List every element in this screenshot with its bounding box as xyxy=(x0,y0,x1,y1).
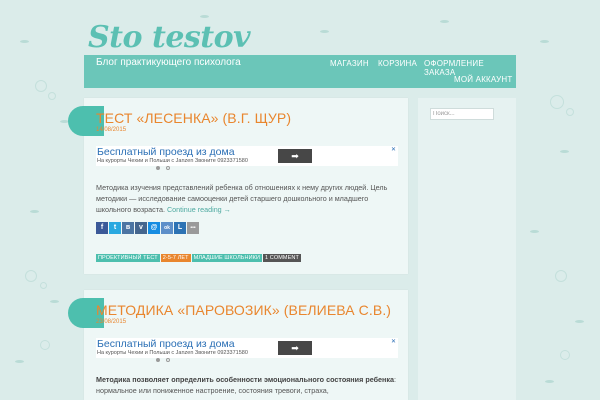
twitter-icon[interactable]: t xyxy=(109,222,121,234)
post-card: Тест «Лесенка» (В.Г. Щур) 14/08/2015 Бес… xyxy=(68,98,408,274)
nav-item-shop[interactable]: МАГАЗИН xyxy=(330,59,369,68)
ad-dot-active[interactable] xyxy=(156,358,160,362)
ad-dot[interactable] xyxy=(166,166,170,170)
bubble-decoration xyxy=(40,282,47,289)
header-bar: Блог практикующего психолога МАГАЗИН КОР… xyxy=(84,55,516,88)
fish-decoration xyxy=(545,380,554,383)
post-date: 23/08/2015 xyxy=(96,319,127,325)
post-excerpt: Методика позволяет определить особенност… xyxy=(96,375,396,395)
tag-link[interactable]: проективный тест xyxy=(96,254,160,262)
fish-decoration xyxy=(200,15,209,18)
post-tags: проективный тест 2-5-7 лет младшие школьни… xyxy=(96,246,302,264)
tag-link[interactable]: младшие школьники xyxy=(191,254,262,262)
tag-link[interactable]: 2-5-7 лет xyxy=(160,254,191,262)
mail-icon[interactable]: @ xyxy=(148,222,160,234)
fish-decoration xyxy=(20,40,29,43)
more-icon[interactable]: ••• xyxy=(187,222,199,234)
fish-decoration xyxy=(440,20,449,23)
share-buttons: f t в v @ ok L ••• xyxy=(96,222,200,234)
vkontakte-icon[interactable]: v xyxy=(135,222,147,234)
fish-decoration xyxy=(50,300,59,303)
fish-decoration xyxy=(560,150,569,153)
livejournal-icon[interactable]: L xyxy=(174,222,186,234)
bubble-decoration xyxy=(555,270,567,282)
post-date: 14/08/2015 xyxy=(96,127,127,133)
comments-link[interactable]: 1 Comment xyxy=(263,254,301,262)
post-card: Методика «Паровозик» (Велиева С.В.) 23/0… xyxy=(68,290,408,400)
fish-decoration xyxy=(540,40,549,43)
ad-title[interactable]: Бесплатный проезд из дома xyxy=(97,338,235,350)
facebook-icon[interactable]: f xyxy=(96,222,108,234)
fish-decoration xyxy=(320,30,329,33)
site-tagline: Блог практикующего психолога xyxy=(96,57,241,68)
ad-subtitle: На курорты Чехии и Польши с Janzen Звони… xyxy=(97,350,248,356)
vk-icon[interactable]: в xyxy=(122,222,134,234)
ad-arrow-button[interactable]: ➡ xyxy=(278,149,312,163)
continue-reading-link[interactable]: Continue reading → xyxy=(167,205,231,214)
bubble-decoration xyxy=(35,80,47,92)
bubble-decoration xyxy=(560,350,570,360)
site-logo[interactable]: Sto testov xyxy=(88,20,251,55)
ad-title[interactable]: Бесплатный проезд из дома xyxy=(97,146,235,158)
post-title[interactable]: Тест «Лесенка» (В.Г. Щур) xyxy=(96,110,291,126)
sidebar xyxy=(418,98,516,400)
nav-item-cart[interactable]: КОРЗИНА xyxy=(378,59,417,68)
ad-arrow-button[interactable]: ➡ xyxy=(278,341,312,355)
search-input[interactable] xyxy=(430,108,494,120)
ad-banner[interactable]: Бесплатный проезд из дома На курорты Чех… xyxy=(96,338,398,358)
ad-banner[interactable]: Бесплатный проезд из дома На курорты Чех… xyxy=(96,146,398,166)
post-excerpt: Методика изучения представлений ребенка … xyxy=(96,183,388,214)
fish-decoration xyxy=(530,230,539,233)
fish-decoration xyxy=(30,210,39,213)
ad-close-icon[interactable]: ✕ xyxy=(391,338,396,345)
ad-subtitle: На курорты Чехии и Польши с Janzen Звони… xyxy=(97,158,248,164)
ad-dot[interactable] xyxy=(166,358,170,362)
ad-close-icon[interactable]: ✕ xyxy=(391,146,396,153)
bubble-decoration xyxy=(40,340,50,350)
nav-item-my-account[interactable]: МОЙ АККАУНТ xyxy=(454,75,512,84)
fish-decoration xyxy=(575,320,584,323)
bubble-decoration xyxy=(25,270,37,282)
post-title[interactable]: Методика «Паровозик» (Велиева С.В.) xyxy=(96,302,391,318)
bubble-decoration xyxy=(550,95,564,109)
ad-dot-active[interactable] xyxy=(156,166,160,170)
odnoklassniki-icon[interactable]: ok xyxy=(161,222,173,234)
fish-decoration xyxy=(15,360,24,363)
bubble-decoration xyxy=(566,108,574,116)
bubble-decoration xyxy=(48,92,56,100)
